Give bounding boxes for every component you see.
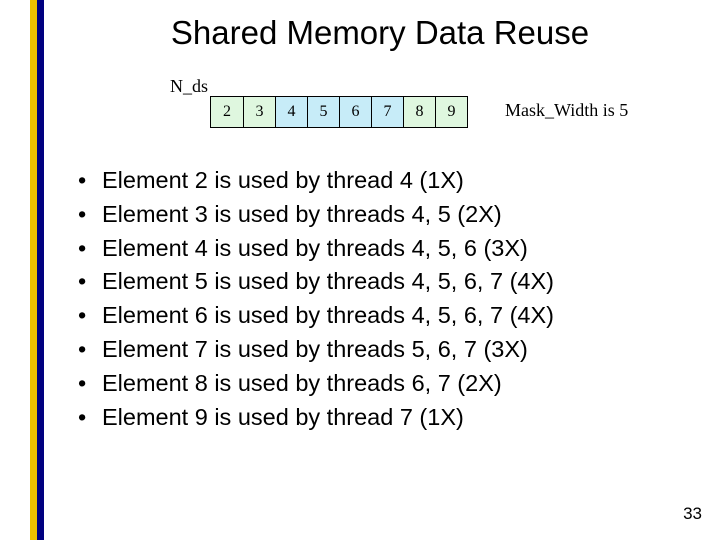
page-number: 33: [683, 504, 702, 524]
bullet-list: •Element 2 is used by thread 4 (1X)•Elem…: [78, 164, 700, 435]
bullet-dot-icon: •: [78, 232, 102, 266]
slide-content: Shared Memory Data Reuse N_ds 23456789 M…: [60, 0, 700, 540]
array-cell-6: 6: [339, 97, 371, 127]
array-cells: 23456789: [210, 96, 468, 128]
array-cell-8: 8: [403, 97, 435, 127]
list-item-text: Element 6 is used by threads 4, 5, 6, 7 …: [102, 299, 554, 333]
array-cell-3: 3: [243, 97, 275, 127]
array-cell-2: 2: [211, 97, 243, 127]
list-item-text: Element 9 is used by thread 7 (1X): [102, 401, 464, 435]
list-item-text: Element 3 is used by threads 4, 5 (2X): [102, 198, 502, 232]
stripe-navy: [37, 0, 44, 540]
slide-title: Shared Memory Data Reuse: [60, 14, 700, 52]
array-cell-5: 5: [307, 97, 339, 127]
bullet-dot-icon: •: [78, 164, 102, 198]
list-item-text: Element 5 is used by threads 4, 5, 6, 7 …: [102, 265, 554, 299]
list-item: •Element 9 is used by thread 7 (1X): [78, 401, 700, 435]
bullet-dot-icon: •: [78, 265, 102, 299]
list-item: •Element 3 is used by threads 4, 5 (2X): [78, 198, 700, 232]
nds-label: N_ds: [170, 76, 208, 97]
bullet-dot-icon: •: [78, 299, 102, 333]
stripe-yellow: [30, 0, 37, 540]
array-cell-7: 7: [371, 97, 403, 127]
array-cell-9: 9: [435, 97, 467, 127]
decorative-side-stripe: [30, 0, 44, 540]
array-diagram: N_ds 23456789 Mask_Width is 5: [60, 76, 700, 136]
list-item: •Element 5 is used by threads 4, 5, 6, 7…: [78, 265, 700, 299]
list-item-text: Element 4 is used by threads 4, 5, 6 (3X…: [102, 232, 528, 266]
list-item: •Element 7 is used by threads 5, 6, 7 (3…: [78, 333, 700, 367]
bullet-dot-icon: •: [78, 198, 102, 232]
list-item-text: Element 7 is used by threads 5, 6, 7 (3X…: [102, 333, 528, 367]
list-item: •Element 2 is used by thread 4 (1X): [78, 164, 700, 198]
list-item: •Element 6 is used by threads 4, 5, 6, 7…: [78, 299, 700, 333]
bullet-dot-icon: •: [78, 333, 102, 367]
list-item: •Element 8 is used by threads 6, 7 (2X): [78, 367, 700, 401]
list-item: •Element 4 is used by threads 4, 5, 6 (3…: [78, 232, 700, 266]
list-item-text: Element 2 is used by thread 4 (1X): [102, 164, 464, 198]
mask-width-label: Mask_Width is 5: [505, 100, 628, 121]
array-cell-4: 4: [275, 97, 307, 127]
list-item-text: Element 8 is used by threads 6, 7 (2X): [102, 367, 502, 401]
bullet-dot-icon: •: [78, 367, 102, 401]
bullet-dot-icon: •: [78, 401, 102, 435]
